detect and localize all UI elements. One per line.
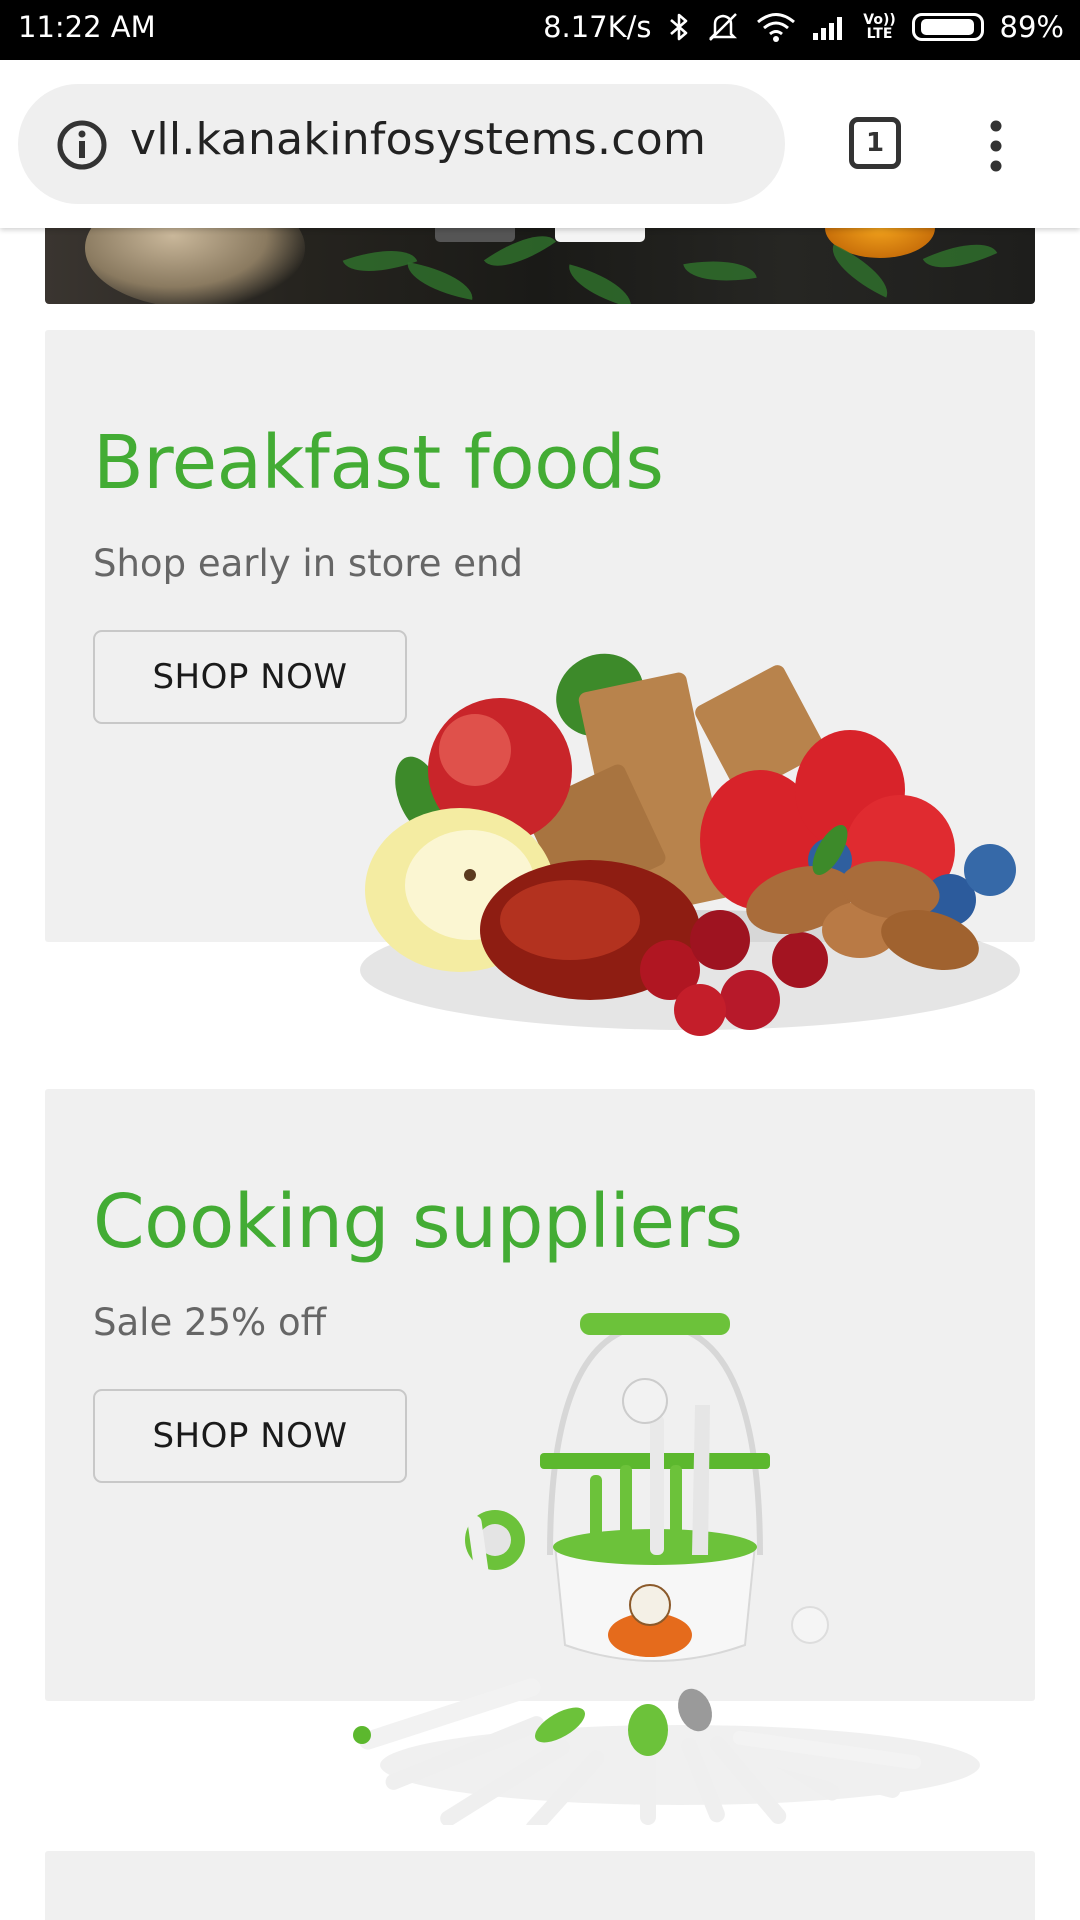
volte-indicator: Vo)) LTE	[863, 12, 896, 42]
promo-title: Breakfast foods	[93, 420, 664, 506]
url-text[interactable]: vll.kanakinfosystems.com	[130, 114, 706, 165]
kitchen-utensil-set-image	[340, 1305, 1020, 1825]
status-icons: 8.17K/s Vo)) LTE 89%	[543, 10, 1064, 44]
tabs-button[interactable]: 1	[849, 117, 901, 169]
mute-icon	[706, 10, 740, 44]
bread-shape	[85, 228, 305, 304]
breakfast-fruits-image	[330, 640, 1030, 1080]
signal-icon	[812, 13, 848, 41]
slider-dot-active[interactable]	[555, 228, 645, 242]
promo-subtitle: Shop early in store end	[93, 542, 523, 585]
info-icon[interactable]	[56, 119, 108, 175]
address-bar[interactable]: vll.kanakinfosystems.com	[18, 84, 785, 204]
tab-count: 1	[865, 128, 885, 158]
slider-dot[interactable]	[435, 228, 515, 242]
wifi-icon	[756, 11, 796, 43]
promo-subtitle: Sale 25% off	[93, 1301, 327, 1344]
overflow-menu-icon[interactable]	[986, 120, 1006, 176]
hero-banner-bottom	[45, 228, 1035, 304]
bluetooth-icon	[668, 11, 690, 43]
browser-toolbar: vll.kanakinfosystems.com 1	[0, 60, 1080, 228]
battery-icon	[911, 13, 984, 41]
promo-title: Cooking suppliers	[93, 1179, 743, 1265]
promo-card-next	[45, 1851, 1035, 1920]
status-bar: 11:22 AM 8.17K/s Vo)) LTE 89%	[0, 0, 1080, 60]
battery-percent: 89%	[999, 10, 1064, 44]
network-speed: 8.17K/s	[543, 10, 652, 44]
status-time: 11:22 AM	[18, 10, 156, 44]
